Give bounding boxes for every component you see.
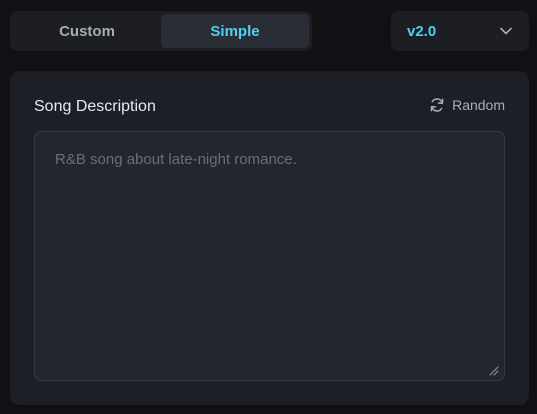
resize-handle-icon[interactable] xyxy=(487,363,499,376)
mode-toggle: Custom Simple xyxy=(10,11,312,51)
random-button[interactable]: Random xyxy=(429,97,505,113)
version-select[interactable]: v2.0 xyxy=(391,11,529,51)
song-description-label: Song Description xyxy=(34,98,156,115)
song-description-field-wrapper xyxy=(34,131,505,381)
chevron-down-icon xyxy=(499,24,513,38)
random-label: Random xyxy=(452,97,505,113)
song-description-panel: Song Description Random xyxy=(10,71,529,405)
tab-simple[interactable]: Simple xyxy=(161,14,309,48)
tab-custom[interactable]: Custom xyxy=(13,14,161,48)
refresh-icon xyxy=(429,97,445,113)
version-value: v2.0 xyxy=(407,22,437,40)
song-description-input[interactable] xyxy=(35,132,504,380)
